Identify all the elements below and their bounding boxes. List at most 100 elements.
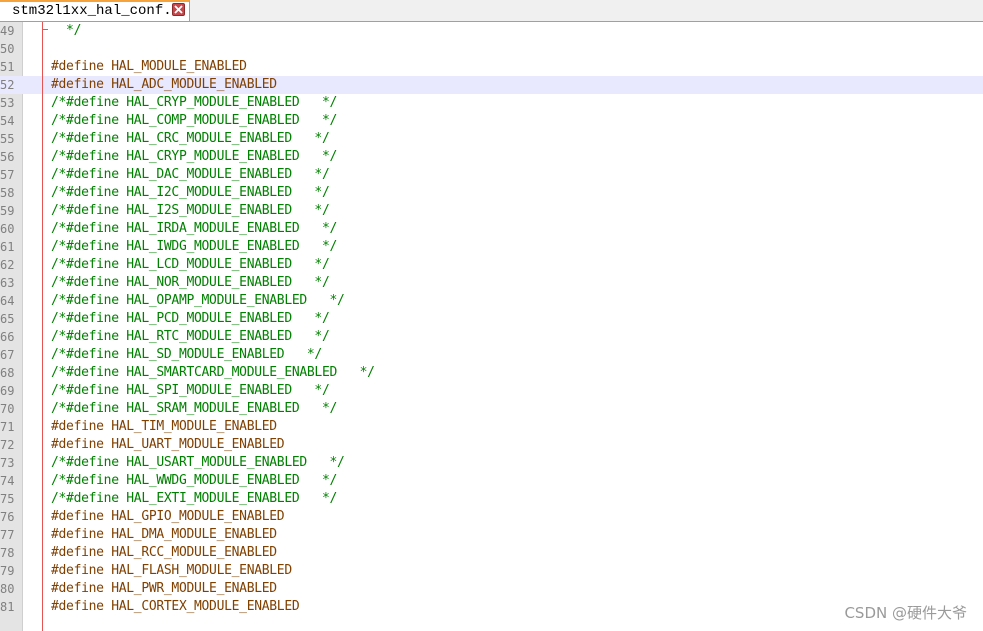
code-text[interactable]: /*#define HAL_NOR_MODULE_ENABLED */	[51, 274, 330, 292]
code-line[interactable]: 56 /*#define HAL_CRYP_MODULE_ENABLED */	[0, 148, 983, 166]
define-statement[interactable]: #define HAL_UART_MODULE_ENABLED	[51, 436, 285, 454]
line-number: 78	[0, 546, 15, 560]
line-number: 52	[0, 78, 15, 92]
code-line[interactable]: 52 #define HAL_ADC_MODULE_ENABLED	[0, 76, 983, 94]
code-line[interactable]: 65 /*#define HAL_PCD_MODULE_ENABLED */	[0, 310, 983, 328]
code-editor[interactable]: 49 */ 50 51 #define HAL_MODULE_ENABLED 52 #de…	[0, 22, 983, 631]
code-text[interactable]: /*#define HAL_OPAMP_MODULE_ENABLED */	[51, 292, 345, 310]
line-number: 77	[0, 528, 15, 542]
code-line[interactable]: 81 #define HAL_CORTEX_MODULE_ENABLED	[0, 598, 983, 616]
line-number: 67	[0, 348, 15, 362]
code-text[interactable]: /*#define HAL_LCD_MODULE_ENABLED */	[51, 256, 330, 274]
code-line[interactable]: 74 /*#define HAL_WWDG_MODULE_ENABLED */	[0, 472, 983, 490]
code-line[interactable]: 60 /*#define HAL_IRDA_MODULE_ENABLED */	[0, 220, 983, 238]
code-text[interactable]: /*#define HAL_EXTI_MODULE_ENABLED */	[51, 490, 337, 508]
line-number: 79	[0, 564, 15, 578]
line-number: 76	[0, 510, 15, 524]
code-line[interactable]: 58 /*#define HAL_I2C_MODULE_ENABLED */	[0, 184, 983, 202]
line-number: 64	[0, 294, 15, 308]
define-statement[interactable]: #define HAL_FLASH_MODULE_ENABLED	[51, 562, 292, 580]
code-line[interactable]: 64 /*#define HAL_OPAMP_MODULE_ENABLED */	[0, 292, 983, 310]
line-number: 80	[0, 582, 15, 596]
define-statement[interactable]: #define HAL_MODULE_ENABLED	[51, 58, 247, 76]
code-text[interactable]: /*#define HAL_DAC_MODULE_ENABLED */	[51, 166, 330, 184]
define-statement[interactable]: #define HAL_DMA_MODULE_ENABLED	[51, 526, 277, 544]
line-number: 56	[0, 150, 15, 164]
code-line[interactable]: 79 #define HAL_FLASH_MODULE_ENABLED	[0, 562, 983, 580]
code-text[interactable]: /*#define HAL_WWDG_MODULE_ENABLED */	[51, 472, 337, 490]
close-x-glyph	[174, 5, 183, 14]
code-text[interactable]: /*#define HAL_SD_MODULE_ENABLED */	[51, 346, 322, 364]
code-line[interactable]: 68 /*#define HAL_SMARTCARD_MODULE_ENABLED…	[0, 364, 983, 382]
code-line[interactable]: 49 */	[0, 22, 983, 40]
code-text[interactable]: /*#define HAL_IRDA_MODULE_ENABLED */	[51, 220, 337, 238]
line-number: 51	[0, 60, 15, 74]
line-number: 72	[0, 438, 15, 452]
line-number: 63	[0, 276, 15, 290]
define-statement[interactable]: #define HAL_PWR_MODULE_ENABLED	[51, 580, 277, 598]
code-text[interactable]: /*#define HAL_CRYP_MODULE_ENABLED */	[51, 148, 337, 166]
line-number: 66	[0, 330, 15, 344]
code-line[interactable]: 55 /*#define HAL_CRC_MODULE_ENABLED */	[0, 130, 983, 148]
line-number: 55	[0, 132, 15, 146]
code-line[interactable]: 75 /*#define HAL_EXTI_MODULE_ENABLED */	[0, 490, 983, 508]
code-text[interactable]: /*#define HAL_IWDG_MODULE_ENABLED */	[51, 238, 337, 256]
code-line[interactable]: 76 #define HAL_GPIO_MODULE_ENABLED	[0, 508, 983, 526]
watermark: CSDN @硬件大爷	[844, 604, 967, 622]
tab-stm32l1xx-hal-conf[interactable]: stm32l1xx_hal_conf.h	[0, 0, 190, 21]
line-number: 70	[0, 402, 15, 416]
line-number: 59	[0, 204, 15, 218]
line-number: 81	[0, 600, 15, 614]
line-number: 69	[0, 384, 15, 398]
code-line[interactable]: 70 /*#define HAL_SRAM_MODULE_ENABLED */	[0, 400, 983, 418]
code-text[interactable]: */	[51, 22, 81, 40]
line-number: 49	[0, 24, 15, 38]
code-text[interactable]: /*#define HAL_I2S_MODULE_ENABLED */	[51, 202, 330, 220]
code-line[interactable]: 77 #define HAL_DMA_MODULE_ENABLED	[0, 526, 983, 544]
code-line[interactable]: 78 #define HAL_RCC_MODULE_ENABLED	[0, 544, 983, 562]
line-number: 61	[0, 240, 15, 254]
line-number: 50	[0, 42, 15, 56]
code-text[interactable]: /*#define HAL_CRC_MODULE_ENABLED */	[51, 130, 330, 148]
code-line[interactable]: 62 /*#define HAL_LCD_MODULE_ENABLED */	[0, 256, 983, 274]
code-text[interactable]: /*#define HAL_COMP_MODULE_ENABLED */	[51, 112, 337, 130]
close-icon[interactable]	[172, 3, 185, 16]
line-number: 60	[0, 222, 15, 236]
code-line[interactable]: 57 /*#define HAL_DAC_MODULE_ENABLED */	[0, 166, 983, 184]
code-text[interactable]: /*#define HAL_SRAM_MODULE_ENABLED */	[51, 400, 337, 418]
code-text[interactable]: /*#define HAL_I2C_MODULE_ENABLED */	[51, 184, 330, 202]
code-line[interactable]: 63 /*#define HAL_NOR_MODULE_ENABLED */	[0, 274, 983, 292]
define-statement[interactable]: #define HAL_GPIO_MODULE_ENABLED	[51, 508, 285, 526]
code-line[interactable]: 66 /*#define HAL_RTC_MODULE_ENABLED */	[0, 328, 983, 346]
code-line[interactable]: 61 /*#define HAL_IWDG_MODULE_ENABLED */	[0, 238, 983, 256]
line-number: 57	[0, 168, 15, 182]
line-number: 68	[0, 366, 15, 380]
code-text[interactable]: /*#define HAL_CRYP_MODULE_ENABLED */	[51, 94, 337, 112]
code-text[interactable]: /*#define HAL_SMARTCARD_MODULE_ENABLED *…	[51, 364, 375, 382]
code-line[interactable]: 51 #define HAL_MODULE_ENABLED	[0, 58, 983, 76]
code-line[interactable]: 67 /*#define HAL_SD_MODULE_ENABLED */	[0, 346, 983, 364]
code-line[interactable]: 73 /*#define HAL_USART_MODULE_ENABLED */	[0, 454, 983, 472]
line-number: 65	[0, 312, 15, 326]
code-line[interactable]: 50	[0, 40, 983, 58]
code-line[interactable]: 59 /*#define HAL_I2S_MODULE_ENABLED */	[0, 202, 983, 220]
define-statement[interactable]: #define HAL_TIM_MODULE_ENABLED	[51, 418, 277, 436]
code-line[interactable]: 54 /*#define HAL_COMP_MODULE_ENABLED */	[0, 112, 983, 130]
define-statement[interactable]: #define HAL_ADC_MODULE_ENABLED	[51, 76, 277, 94]
code-line[interactable]: 80 #define HAL_PWR_MODULE_ENABLED	[0, 580, 983, 598]
line-number: 73	[0, 456, 15, 470]
tab-label[interactable]: stm32l1xx_hal_conf.h	[12, 2, 180, 20]
line-number: 71	[0, 420, 15, 434]
define-statement[interactable]: #define HAL_RCC_MODULE_ENABLED	[51, 544, 277, 562]
define-statement[interactable]: #define HAL_CORTEX_MODULE_ENABLED	[51, 598, 300, 616]
code-line[interactable]: 69 /*#define HAL_SPI_MODULE_ENABLED */	[0, 382, 983, 400]
code-text[interactable]: /*#define HAL_RTC_MODULE_ENABLED */	[51, 328, 330, 346]
fold-end-marker	[42, 29, 48, 30]
code-text[interactable]: /*#define HAL_SPI_MODULE_ENABLED */	[51, 382, 330, 400]
code-text[interactable]: /*#define HAL_PCD_MODULE_ENABLED */	[51, 310, 330, 328]
code-line[interactable]: 71 #define HAL_TIM_MODULE_ENABLED	[0, 418, 983, 436]
line-number: 62	[0, 258, 15, 272]
code-line[interactable]: 53 /*#define HAL_CRYP_MODULE_ENABLED */	[0, 94, 983, 112]
code-line[interactable]: 72 #define HAL_UART_MODULE_ENABLED	[0, 436, 983, 454]
code-text[interactable]: /*#define HAL_USART_MODULE_ENABLED */	[51, 454, 345, 472]
